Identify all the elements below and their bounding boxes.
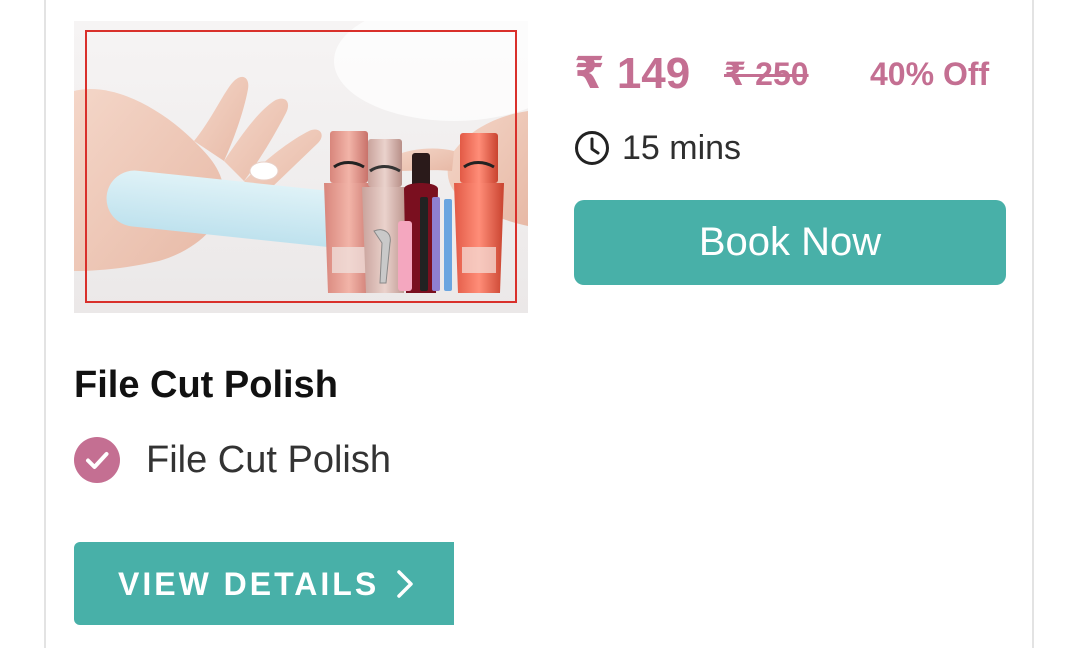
- duration-text: 15 mins: [622, 129, 742, 167]
- service-image: [74, 21, 528, 313]
- service-title: File Cut Polish: [74, 364, 338, 406]
- inclusion-label: File Cut Polish: [146, 439, 391, 481]
- book-now-button[interactable]: Book Now: [574, 200, 1006, 285]
- check-circle-icon: [74, 437, 120, 483]
- original-price: ₹ 250: [724, 56, 809, 92]
- view-details-label: VIEW DETAILS: [118, 565, 380, 602]
- page: ₹ 149 ₹ 250 40% Off 15 mins Book Now Fil…: [0, 0, 1080, 648]
- discount-badge: 40% Off: [870, 56, 990, 92]
- duration-row: 15 mins: [574, 126, 741, 170]
- manicure-photo: [74, 21, 528, 313]
- clock-icon: [574, 130, 610, 166]
- view-details-button[interactable]: VIEW DETAILS: [74, 542, 454, 625]
- chevron-right-icon: [395, 569, 415, 599]
- price-row: ₹ 149 ₹ 250 40% Off: [574, 48, 1014, 100]
- current-price: ₹ 149: [574, 49, 691, 98]
- inclusion-item: File Cut Polish: [74, 432, 391, 488]
